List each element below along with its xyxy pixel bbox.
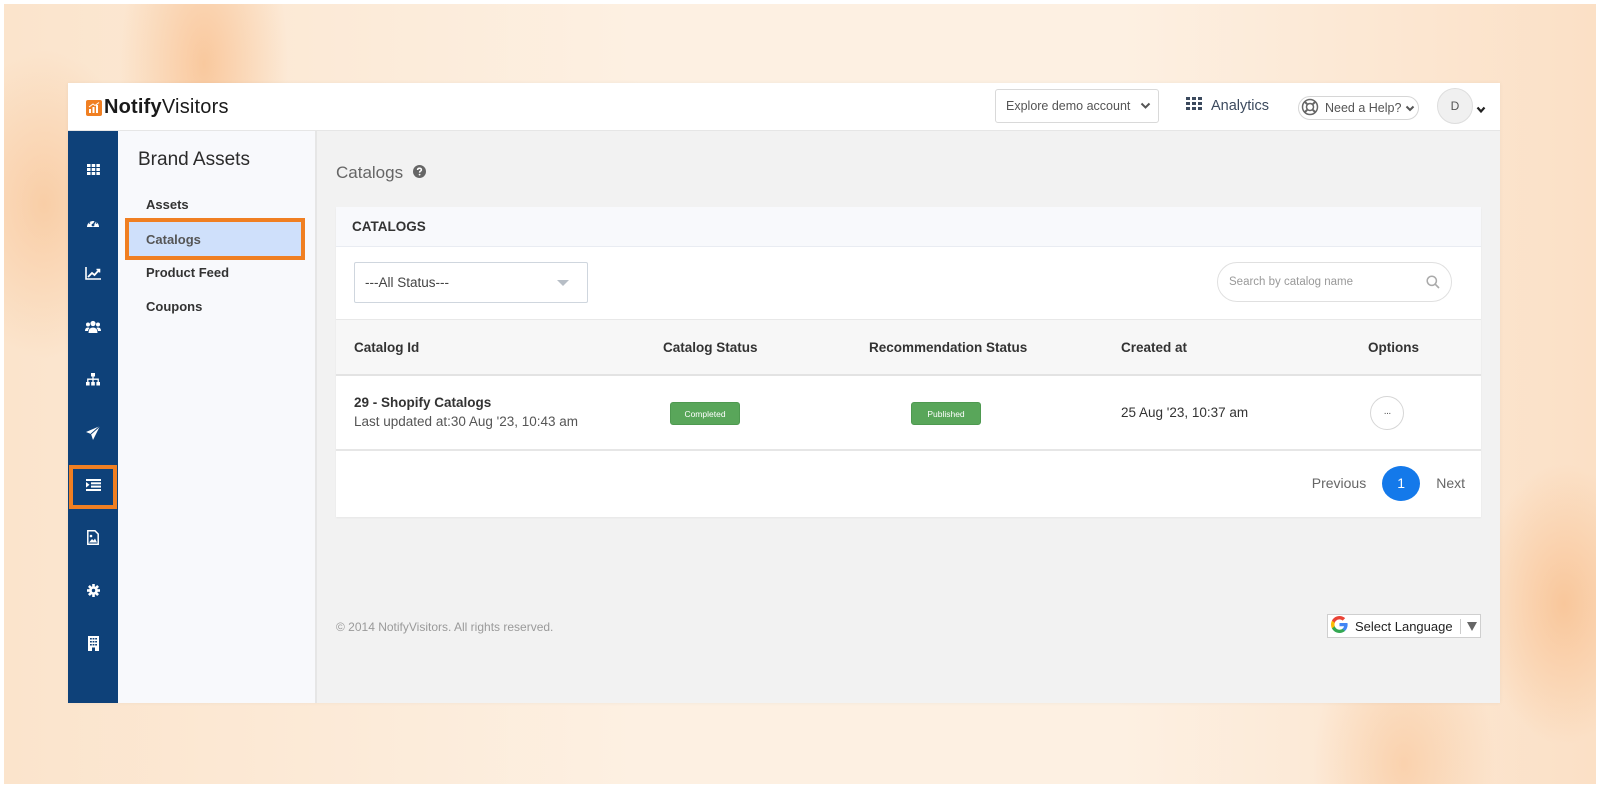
rail-item-analytics[interactable] xyxy=(68,256,118,296)
ellipsis-icon: ··· xyxy=(1383,407,1392,419)
column-header-catalog-id[interactable]: Catalog Id xyxy=(354,340,419,355)
top-header: NotifyVisitors Explore demo account Anal… xyxy=(68,83,1500,131)
rail-item-hierarchy[interactable] xyxy=(68,362,118,402)
pagination: Previous 1 Next xyxy=(1296,465,1481,501)
explore-demo-label: Explore demo account xyxy=(1006,99,1131,113)
card-title: CATALOGS xyxy=(352,219,426,234)
question-circle-icon[interactable] xyxy=(413,163,427,183)
brand-assets-sidebar: Brand Assets Assets Catalogs Product Fee… xyxy=(118,131,317,703)
page-title-text: Catalogs xyxy=(336,163,404,182)
card-header: CATALOGS xyxy=(336,207,1481,247)
need-help-dropdown[interactable]: Need a Help? xyxy=(1298,96,1419,120)
subnav-item-assets[interactable]: Assets xyxy=(125,187,305,221)
subnav-item-coupons[interactable]: Coupons xyxy=(125,289,305,323)
user-avatar[interactable]: D xyxy=(1437,88,1473,124)
column-header-recommendation-status[interactable]: Recommendation Status xyxy=(869,340,1027,355)
page-1-button[interactable]: 1 xyxy=(1382,465,1421,501)
select-language-dropdown[interactable]: Select Language xyxy=(1327,614,1481,638)
rail-item-settings[interactable] xyxy=(68,573,118,613)
subnav-item-catalogs[interactable]: Catalogs xyxy=(125,218,305,260)
select-language-label: Select Language xyxy=(1355,618,1453,634)
need-help-label: Need a Help? xyxy=(1325,101,1402,115)
status-filter-select[interactable]: ---All Status--- xyxy=(354,262,588,303)
explore-demo-account-dropdown[interactable]: Explore demo account xyxy=(995,89,1159,123)
rail-item-brand-assets[interactable] xyxy=(69,465,117,509)
logo[interactable]: NotifyVisitors xyxy=(86,96,229,119)
rail-item-account[interactable] xyxy=(68,626,118,666)
subnav-item-product-feed[interactable]: Product Feed xyxy=(125,255,305,289)
table-header: Catalog Id Catalog Status Recommendation… xyxy=(336,319,1481,376)
sitemap-icon xyxy=(86,373,100,391)
catalog-status-badge: Completed xyxy=(670,402,740,425)
options-menu-button[interactable]: ··· xyxy=(1370,396,1404,430)
app-window: NotifyVisitors Explore demo account Anal… xyxy=(68,83,1500,703)
building-icon xyxy=(87,636,99,656)
status-filter-value: ---All Status--- xyxy=(365,275,449,290)
subnav-title: Brand Assets xyxy=(138,149,250,170)
gear-icon xyxy=(86,584,100,602)
rail-item-dashboard-grid[interactable] xyxy=(68,151,118,191)
avatar-initial: D xyxy=(1450,99,1460,113)
page-title: Catalogs xyxy=(336,163,427,183)
catalog-search xyxy=(1217,262,1452,302)
rail-item-campaigns[interactable] xyxy=(68,415,118,455)
column-header-catalog-status[interactable]: Catalog Status xyxy=(663,340,758,355)
rail-item-dashboard[interactable] xyxy=(68,204,118,244)
google-g-icon xyxy=(1331,616,1348,636)
logo-text: NotifyVisitors xyxy=(104,96,229,118)
paper-plane-icon xyxy=(86,425,101,445)
catalogs-card: CATALOGS ---All Status--- Catalog Id Cat… xyxy=(336,207,1481,517)
column-header-options: Options xyxy=(1368,340,1419,355)
image-file-icon xyxy=(87,530,99,550)
caret-down-icon xyxy=(1466,621,1477,631)
catalog-list-icon xyxy=(85,478,101,496)
rail-item-users[interactable] xyxy=(68,309,118,349)
subnav-item-label: Catalogs xyxy=(146,231,201,247)
icon-sidebar xyxy=(68,131,118,703)
column-header-created-at[interactable]: Created at xyxy=(1121,340,1187,355)
users-icon xyxy=(85,320,101,338)
footer-copyright: © 2014 NotifyVisitors. All rights reserv… xyxy=(336,620,554,634)
previous-page-button[interactable]: Previous xyxy=(1296,475,1382,491)
analytics-link[interactable]: Analytics xyxy=(1186,97,1269,114)
chevron-down-icon xyxy=(1405,101,1415,115)
divider xyxy=(1459,618,1461,634)
catalog-search-input[interactable] xyxy=(1229,276,1409,288)
subnav-item-label: Product Feed xyxy=(146,264,230,280)
search-icon[interactable] xyxy=(1426,275,1440,294)
chevron-down-icon xyxy=(1140,99,1151,113)
created-at-value: 25 Aug '23, 10:37 am xyxy=(1121,405,1249,420)
subnav-item-label: Coupons xyxy=(146,298,203,314)
subnav-item-label: Assets xyxy=(146,196,189,212)
line-chart-icon xyxy=(85,267,101,285)
dashboard-gauge-icon xyxy=(86,215,100,233)
caret-down-icon xyxy=(557,280,569,286)
logo-chart-icon xyxy=(86,99,102,116)
grid-icon xyxy=(1186,97,1202,114)
rail-item-media[interactable] xyxy=(68,520,118,560)
grid-icon xyxy=(86,162,100,180)
lifebuoy-icon xyxy=(1301,98,1319,119)
catalog-last-updated: Last updated at:30 Aug '23, 10:43 am xyxy=(354,414,579,429)
catalog-name[interactable]: 29 - Shopify Catalogs xyxy=(354,395,491,410)
next-page-button[interactable]: Next xyxy=(1420,475,1481,491)
recommendation-status-badge: Published xyxy=(911,402,981,425)
avatar-chevron-down-icon[interactable] xyxy=(1476,101,1486,119)
analytics-label: Analytics xyxy=(1211,97,1270,114)
table-row: 29 - Shopify Catalogs Last updated at:30… xyxy=(336,376,1481,451)
